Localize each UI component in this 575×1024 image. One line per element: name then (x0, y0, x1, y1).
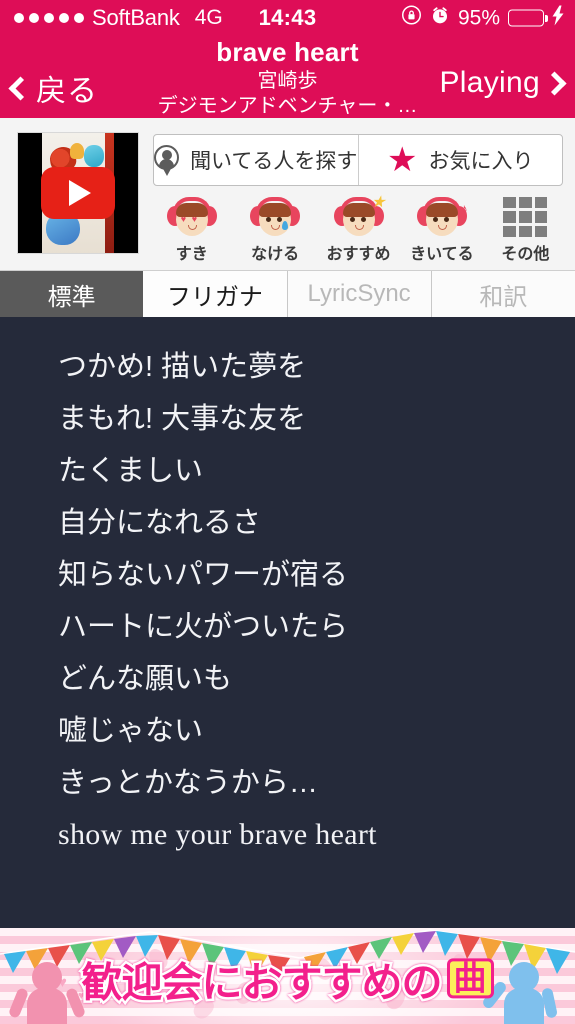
tab-translation[interactable]: 和訳 (431, 271, 575, 317)
promo-banner[interactable]: ♥ ♥ ♥ (0, 928, 575, 1024)
star-icon: ★ (387, 141, 418, 179)
lyrics-tab-bar: 標準 フリガナ LyricSync 和訳 (0, 271, 575, 317)
lyric-line: つかめ! 描いた夢を (58, 351, 307, 383)
battery-percent-label: 95% (457, 6, 500, 29)
tab-translation-label: 和訳 (479, 283, 528, 311)
lyric-line: 知らないパワーが宿る (58, 559, 349, 591)
reaction-nakeru[interactable]: なける (233, 196, 316, 264)
album-artwork[interactable] (17, 132, 139, 254)
navigation-bar: 戻る brave heart 宮崎歩 デジモンアドベンチャー・… Playing (0, 36, 575, 118)
song-title: brave heart (216, 37, 359, 67)
rotation-lock-icon (401, 5, 422, 32)
face-heart-eyes-icon: ♥ ♥ (166, 196, 217, 238)
lyrics-panel[interactable]: つかめ! 描いた夢を まもれ! 大事な友を たくましい 自分になれるさ 知らない… (0, 317, 575, 928)
lyric-line: ハートに火がついたら (58, 611, 349, 643)
chevron-right-icon (542, 70, 567, 96)
info-panel: 聞いてる人を探す ★ お気に入り ♥ ♥ すき なける ★ おすすめ ♪ きいて… (0, 118, 575, 271)
tab-lyricsync[interactable]: LyricSync (287, 271, 432, 317)
tab-standard[interactable]: 標準 (0, 271, 144, 317)
grid-3x3-icon (502, 196, 548, 238)
reaction-other-label: その他 (501, 246, 550, 263)
lyric-line: たくましい (58, 455, 204, 487)
favorite-button[interactable]: ★ お気に入り (357, 135, 563, 185)
charging-bolt-icon (552, 5, 565, 31)
lyric-line: まもれ! 大事な友を (58, 403, 307, 435)
find-listeners-label: 聞いてる人を探す (190, 150, 358, 173)
tab-lyricsync-label: LyricSync (307, 280, 411, 307)
tab-furigana-label: フリガナ (166, 283, 263, 311)
music-lyrics-screen: SoftBank 4G 14:43 95% 戻る brave heart 宮崎歩 (0, 0, 575, 1024)
banner-text: 歓迎会におすすめの 曲 (79, 948, 494, 1008)
banner-chip-label: 曲 (446, 958, 494, 999)
battery-icon (508, 9, 544, 27)
person-figure-pink (7, 962, 87, 1024)
back-button-label: 戻る (36, 75, 98, 108)
tab-furigana[interactable]: フリガナ (143, 271, 288, 317)
reaction-nakeru-label: なける (251, 246, 300, 263)
action-button-row: 聞いてる人を探す ★ お気に入り (153, 134, 563, 186)
lyric-line: 自分になれるさ (58, 507, 262, 539)
reaction-osusume-label: おすすめ (326, 246, 391, 263)
person-pin-icon (154, 144, 180, 176)
network-type-label: 4G (194, 6, 223, 29)
lyric-line: どんな願いも (58, 663, 233, 695)
reaction-suki-label: すき (175, 246, 208, 263)
reaction-osusume[interactable]: ★ おすすめ (317, 195, 400, 264)
banner-main-label: 歓迎会におすすめの (79, 957, 445, 1008)
playing-button[interactable]: Playing (439, 66, 567, 100)
reaction-kiiteru[interactable]: ♪ きいてる (400, 196, 483, 264)
find-listeners-button[interactable]: 聞いてる人を探す (154, 135, 358, 185)
artist-name: 宮崎歩 (257, 69, 318, 92)
face-crying-icon (250, 196, 301, 238)
status-bar-right: 95% (401, 5, 565, 32)
reaction-kiiteru-label: きいてる (410, 246, 474, 263)
carrier-label: SoftBank (92, 5, 180, 30)
status-bar-left: SoftBank 4G (0, 5, 223, 31)
reaction-row: ♥ ♥ すき なける ★ おすすめ ♪ きいてる その他 (150, 195, 567, 264)
person-figure-blue (480, 962, 558, 1024)
lyric-line: show me your brave heart (58, 818, 377, 851)
back-button[interactable]: 戻る (8, 66, 98, 110)
tab-standard-label: 標準 (47, 283, 96, 311)
signal-strength-icon (14, 13, 84, 23)
lyric-line: きっとかなうから… (58, 767, 318, 799)
youtube-play-icon[interactable] (41, 167, 115, 219)
favorite-label: お気に入り (428, 150, 534, 173)
reaction-other[interactable]: その他 (484, 196, 567, 264)
chevron-left-icon (8, 75, 33, 101)
reaction-suki[interactable]: ♥ ♥ すき (150, 196, 233, 264)
face-star-icon: ★ (333, 195, 386, 238)
face-music-note-icon: ♪ (416, 196, 468, 238)
alarm-clock-icon (430, 5, 450, 31)
playing-button-label: Playing (439, 66, 540, 99)
lyric-line: 嘘じゃない (58, 715, 204, 747)
status-bar: SoftBank 4G 14:43 95% (0, 0, 575, 36)
album-name: デジモンアドベンチャー・… (157, 94, 418, 117)
clock-label: 14:43 (258, 5, 317, 30)
now-playing-info: brave heart 宮崎歩 デジモンアドベンチャー・… (128, 37, 448, 119)
